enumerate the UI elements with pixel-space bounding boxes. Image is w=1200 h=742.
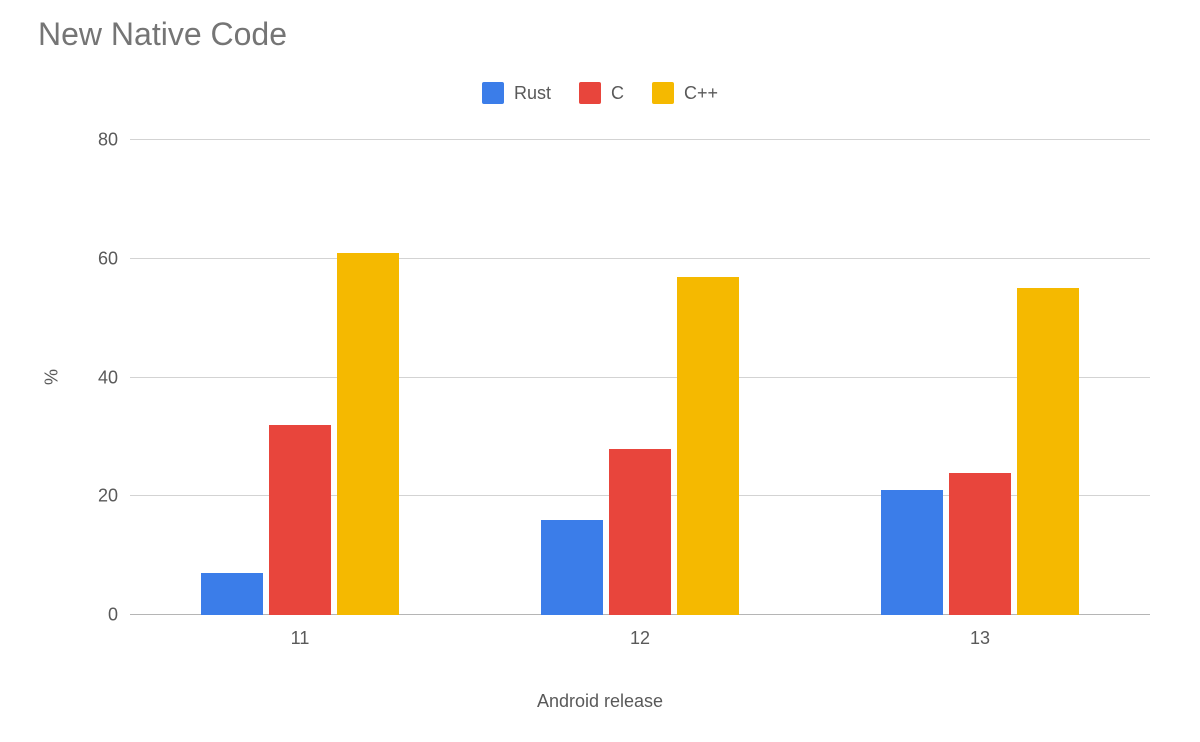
bar-c	[269, 425, 331, 615]
bar-rust	[201, 573, 263, 615]
chart-title: New Native Code	[38, 16, 287, 53]
y-tick-label: 40	[58, 367, 118, 388]
gridline	[130, 139, 1150, 140]
y-tick-label: 20	[58, 486, 118, 507]
bar-cpp	[1017, 288, 1079, 615]
chart-container: New Native Code Rust C C++ % 0 20 40 60 …	[0, 0, 1200, 742]
legend-item-cpp: C++	[652, 82, 718, 104]
legend-label-cpp: C++	[684, 83, 718, 104]
legend-swatch-c	[579, 82, 601, 104]
bar-cpp	[677, 277, 739, 615]
bar-c	[949, 473, 1011, 616]
bar-c	[609, 449, 671, 615]
bar-cpp	[337, 253, 399, 615]
legend-item-rust: Rust	[482, 82, 551, 104]
legend-label-c: C	[611, 83, 624, 104]
y-tick-label: 60	[58, 248, 118, 269]
bar-rust	[881, 490, 943, 615]
x-axis-label: Android release	[0, 691, 1200, 712]
legend-item-c: C	[579, 82, 624, 104]
legend-swatch-rust	[482, 82, 504, 104]
plot-area: 0 20 40 60 80 11 12 13	[130, 140, 1150, 615]
y-tick-label: 0	[58, 605, 118, 626]
x-tick-label: 12	[630, 628, 650, 649]
legend: Rust C C++	[0, 82, 1200, 104]
bar-rust	[541, 520, 603, 615]
legend-swatch-cpp	[652, 82, 674, 104]
legend-label-rust: Rust	[514, 83, 551, 104]
x-tick-label: 11	[291, 628, 310, 649]
gridline	[130, 258, 1150, 259]
gridline	[130, 377, 1150, 378]
y-tick-label: 80	[58, 130, 118, 151]
x-tick-label: 13	[970, 628, 990, 649]
